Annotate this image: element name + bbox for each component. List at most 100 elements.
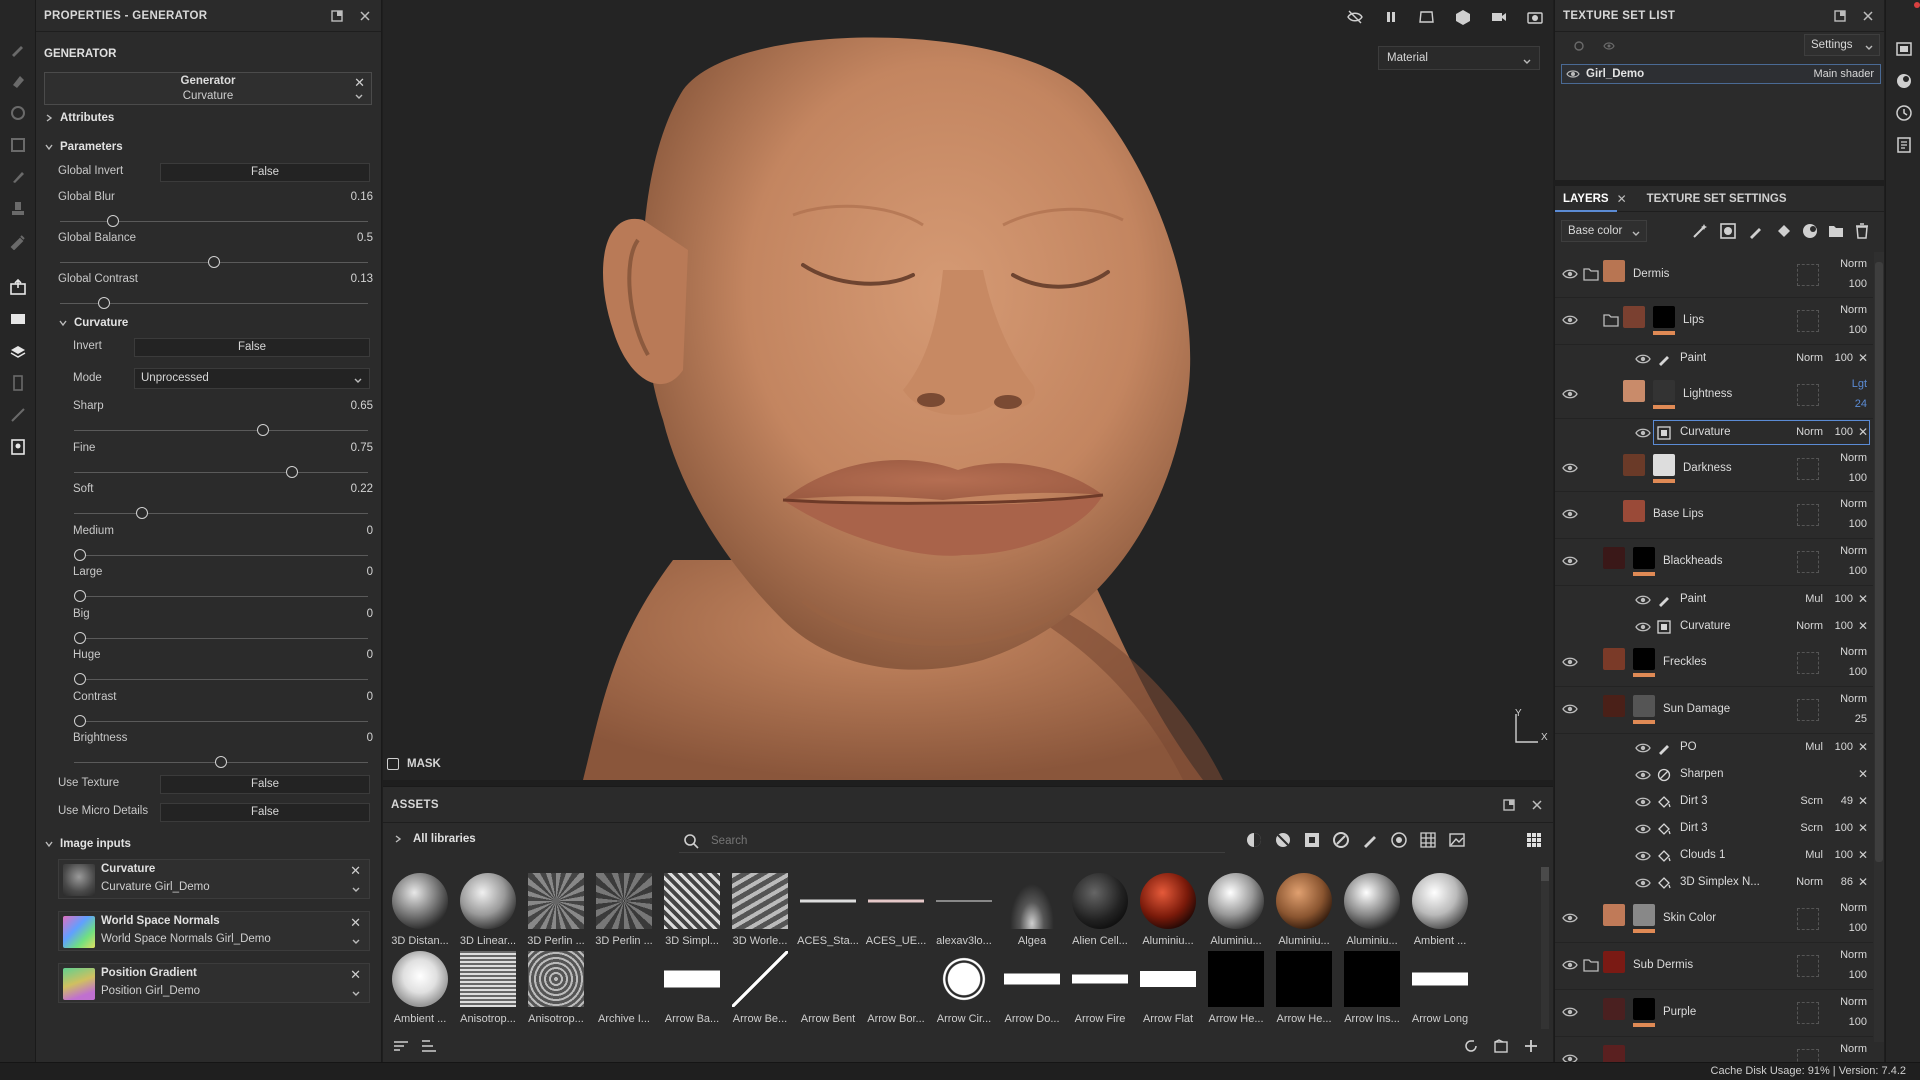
asset-tile[interactable]: Arrow Ba...	[659, 951, 725, 1027]
large-slider[interactable]	[74, 590, 368, 602]
eye-icon[interactable]	[1635, 767, 1651, 783]
add-mask-icon[interactable]	[1719, 222, 1737, 240]
close-icon[interactable]: ✕	[1617, 192, 1631, 206]
layer-slot[interactable]	[1797, 504, 1819, 526]
use-micro-details-toggle[interactable]: False	[160, 803, 370, 822]
layer-row[interactable]: Purple Norm 100	[1555, 990, 1873, 1037]
slider-track[interactable]	[74, 555, 368, 556]
layer-mask-thumbnail[interactable]	[1633, 547, 1655, 569]
layer-opacity[interactable]: 25	[1855, 713, 1867, 725]
remove-effect-icon[interactable]: ✕	[1858, 767, 1868, 781]
chevron-down-icon[interactable]	[351, 884, 361, 894]
soft-slider[interactable]	[74, 507, 368, 519]
id-mask-icon[interactable]	[9, 438, 27, 456]
effect-opacity[interactable]: 100	[1835, 593, 1853, 605]
paint-brush-icon[interactable]	[9, 40, 27, 58]
fine-value[interactable]: 0.75	[351, 442, 373, 454]
layer-slot[interactable]	[1797, 699, 1819, 721]
effect-row[interactable]: Sharpen ✕	[1555, 761, 1873, 788]
layer-blend-mode[interactable]: Norm	[1840, 902, 1867, 914]
asset-tile[interactable]: 3D Distan...	[387, 873, 453, 949]
layer-row[interactable]: Sub Dermis Norm 100	[1555, 943, 1873, 990]
layer-row[interactable]: Norm	[1555, 1037, 1873, 1062]
polygon-fill-icon[interactable]	[9, 406, 27, 424]
slider-knob[interactable]	[286, 466, 298, 478]
layer-row[interactable]: Darkness Norm 100	[1555, 446, 1873, 492]
asset-tile[interactable]: Arrow Be...	[727, 951, 793, 1027]
layers-scrollbar[interactable]	[1874, 252, 1884, 1042]
eye-icon[interactable]	[1562, 460, 1578, 476]
layer-opacity[interactable]: 100	[1849, 969, 1867, 981]
slider-track[interactable]	[74, 430, 368, 431]
layer-slot[interactable]	[1797, 458, 1819, 480]
slider-knob[interactable]	[257, 424, 269, 436]
effect-opacity[interactable]: 100	[1835, 426, 1853, 438]
layer-blend-mode[interactable]: Norm	[1840, 498, 1867, 510]
asset-tile[interactable]: Anisotrop...	[523, 951, 589, 1027]
slider-track[interactable]	[74, 596, 368, 597]
brush-filter-icon[interactable]	[1361, 831, 1379, 849]
layer-row[interactable]: Lips Norm 100	[1555, 298, 1873, 345]
eye-icon[interactable]	[1635, 821, 1651, 837]
medium-slider[interactable]	[74, 549, 368, 561]
eye-icon[interactable]	[1566, 67, 1580, 81]
effect-opacity[interactable]: 100	[1835, 620, 1853, 632]
global-balance-slider[interactable]	[60, 256, 368, 268]
remove-effect-icon[interactable]: ✕	[1858, 425, 1868, 439]
assets-scrollbar[interactable]	[1541, 867, 1549, 1029]
effect-row[interactable]: Curvature Norm 100 ✕	[1555, 613, 1873, 640]
channel-select[interactable]: Base color	[1561, 220, 1647, 242]
layer-opacity[interactable]: 100	[1849, 324, 1867, 336]
asset-tile[interactable]: Arrow Cir...	[931, 951, 997, 1027]
video-camera-icon[interactable]	[1489, 7, 1509, 27]
asset-tile[interactable]: 3D Worle...	[727, 873, 793, 949]
texture-set-tool-icon[interactable]	[9, 310, 27, 328]
layer-mask-thumbnail[interactable]	[1653, 454, 1675, 476]
global-contrast-slider[interactable]	[60, 297, 368, 309]
medium-value[interactable]: 0	[367, 525, 373, 537]
search-input[interactable]	[711, 834, 1191, 847]
layer-mask-thumbnail[interactable]	[1633, 904, 1655, 926]
eye-icon[interactable]	[1635, 740, 1651, 756]
asset-search[interactable]	[679, 829, 1225, 853]
contrast-slider[interactable]	[74, 715, 368, 727]
clear-generator-icon[interactable]: ✕	[354, 75, 365, 91]
asset-tile[interactable]: 3D Perlin ...	[523, 873, 589, 949]
eye-icon[interactable]	[1601, 38, 1617, 54]
slider-track[interactable]	[74, 721, 368, 722]
remove-effect-icon[interactable]: ✕	[1858, 740, 1868, 754]
asset-tile[interactable]: Arrow Ins...	[1339, 951, 1405, 1027]
effect-opacity[interactable]: 49	[1841, 795, 1853, 807]
add-folder-icon[interactable]	[1827, 222, 1845, 240]
layer-slot[interactable]	[1797, 1049, 1819, 1062]
add-icon[interactable]	[1523, 1038, 1539, 1054]
asset-tile[interactable]: Ambient ...	[387, 951, 453, 1027]
layer-row[interactable]: Dermis Norm 100	[1555, 252, 1873, 298]
eraser-icon[interactable]	[9, 72, 27, 90]
slider-knob[interactable]	[74, 590, 86, 602]
eye-icon[interactable]	[1562, 386, 1578, 402]
eye-icon[interactable]	[1635, 592, 1651, 608]
effect-opacity[interactable]: 100	[1835, 741, 1853, 753]
asset-tile[interactable]: Arrow Do...	[999, 951, 1065, 1027]
sort-icon[interactable]	[421, 1038, 437, 1054]
mask-checkbox[interactable]	[387, 758, 399, 770]
layer-row[interactable]: Sun Damage Norm 25	[1555, 687, 1873, 734]
effect-blend-mode[interactable]: Mul	[1805, 593, 1823, 605]
layer-opacity[interactable]: 100	[1849, 518, 1867, 530]
asset-tile[interactable]: Arrow Long	[1407, 951, 1473, 1027]
big-slider[interactable]	[74, 632, 368, 644]
asset-tile[interactable]: Arrow Bent	[795, 951, 861, 1027]
effect-blend-mode[interactable]: Mul	[1805, 849, 1823, 861]
asset-tile[interactable]: Arrow He...	[1271, 951, 1337, 1027]
effect-blend-mode[interactable]: Norm	[1796, 426, 1823, 438]
slider-knob[interactable]	[208, 256, 220, 268]
slider-knob[interactable]	[74, 549, 86, 561]
effect-blend-mode[interactable]: Scrn	[1800, 795, 1823, 807]
head-model-render[interactable]	[383, 0, 1553, 780]
remove-input-icon[interactable]: ✕	[350, 967, 361, 983]
asset-tile[interactable]: Aluminiu...	[1339, 873, 1405, 949]
effect-row[interactable]: Clouds 1 Mul 100 ✕	[1555, 842, 1873, 869]
layer-slot[interactable]	[1797, 551, 1819, 573]
large-value[interactable]: 0	[367, 566, 373, 578]
